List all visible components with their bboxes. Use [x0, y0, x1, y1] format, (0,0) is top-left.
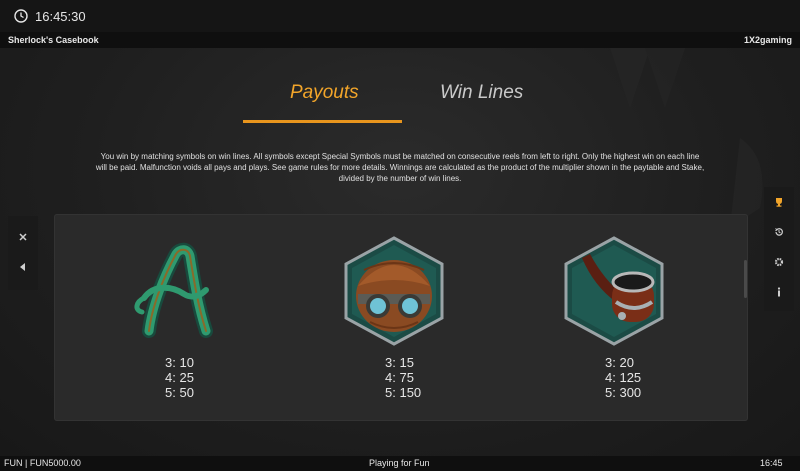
payout-row: 4: 75: [385, 370, 414, 385]
balance-display: FUN | FUN5000.00: [4, 458, 81, 468]
payout-list: 3: 20 4: 125 5: 300: [605, 355, 641, 400]
play-mode-label: Playing for Fun: [369, 458, 430, 468]
letter-a-symbol-icon: [134, 242, 213, 338]
history-button[interactable]: [764, 217, 794, 247]
deerstalker-hat-symbol-icon: [344, 236, 444, 346]
history-icon: [775, 228, 783, 236]
close-button[interactable]: [8, 222, 38, 252]
payout-row: 4: 25: [165, 370, 194, 385]
payout-row: 3: 20: [605, 355, 634, 370]
bottom-bar: FUN | FUN5000.00 Playing for Fun 16:45: [0, 456, 800, 471]
payouts-panel: 3: 10 4: 25 5: 50 3: 15 4: 75 5: 150 3: …: [54, 214, 748, 421]
settings-button[interactable]: [764, 247, 794, 277]
scrollbar[interactable]: [744, 260, 747, 298]
left-sidebar: [8, 216, 38, 290]
arrow-left-icon: [20, 263, 25, 271]
payout-row: 3: 10: [165, 355, 194, 370]
game-title: Sherlock's Casebook: [8, 35, 99, 45]
paytable-description: You win by matching symbols on win lines…: [95, 152, 705, 183]
bottom-clock: 16:45: [760, 458, 783, 468]
payout-list: 3: 10 4: 25 5: 50: [165, 355, 194, 400]
paytable-screen: Payouts Win Lines You win by matching sy…: [0, 48, 800, 456]
clock-icon: [14, 9, 28, 23]
pipe-symbol-icon: [564, 236, 664, 346]
active-tab-indicator: [243, 120, 402, 123]
trophy-icon: [776, 198, 782, 207]
payout-row: 5: 150: [385, 385, 422, 400]
info-icon: [777, 287, 781, 297]
clock-time: 16:45:30: [35, 8, 86, 24]
title-bar: Sherlock's Casebook 1X2gaming: [0, 32, 800, 48]
payout-row: 4: 125: [605, 370, 642, 385]
payout-row: 5: 300: [605, 385, 642, 400]
info-button[interactable]: [764, 277, 794, 307]
tab-payouts[interactable]: Payouts: [290, 82, 359, 104]
tab-win-lines[interactable]: Win Lines: [440, 82, 523, 104]
close-icon: [19, 233, 27, 241]
tab-bar: Payouts Win Lines: [0, 82, 800, 122]
settings-icon: [774, 257, 784, 267]
symbol-card: 3: 15 4: 75 5: 150: [334, 214, 454, 414]
trophy-button[interactable]: [764, 187, 794, 217]
symbol-card: 3: 20 4: 125 5: 300: [554, 214, 674, 414]
payout-list: 3: 15 4: 75 5: 150: [385, 355, 421, 400]
payout-row: 5: 50: [165, 385, 194, 400]
payout-row: 3: 15: [385, 355, 414, 370]
symbol-card: 3: 10 4: 25 5: 50: [114, 214, 234, 414]
back-button[interactable]: [8, 252, 38, 282]
status-bar: 16:45:30: [0, 0, 800, 32]
right-sidebar: [764, 187, 794, 311]
provider-name: 1X2gaming: [743, 35, 792, 45]
